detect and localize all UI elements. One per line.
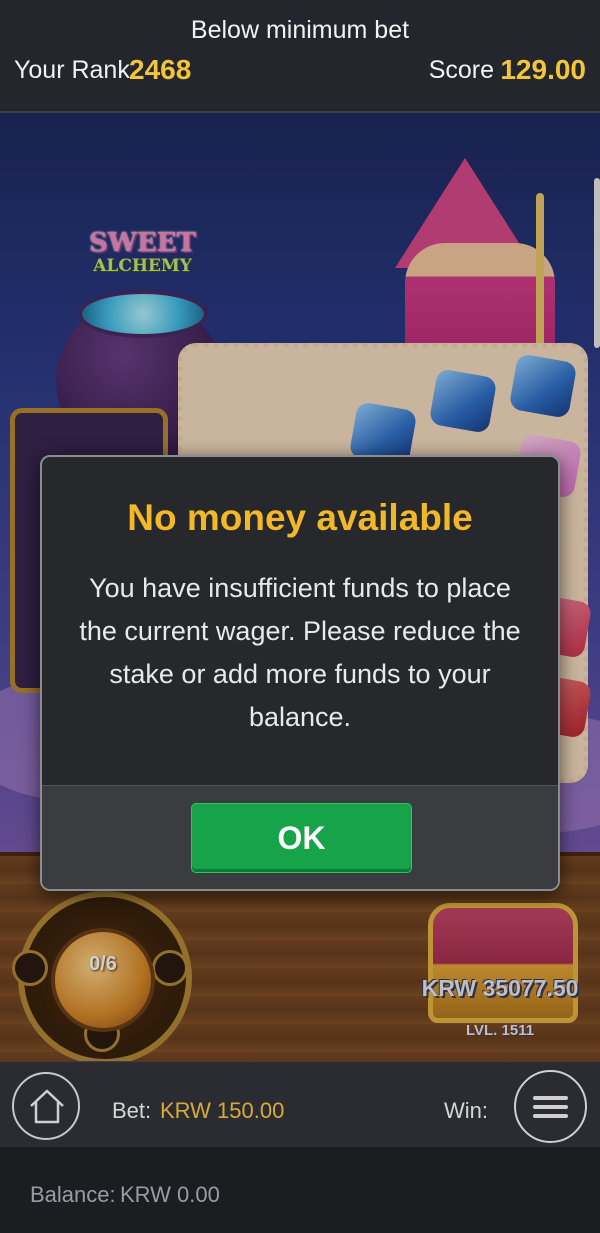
hamburger-menu-icon	[533, 1096, 568, 1100]
score-label: Score	[428, 56, 494, 84]
rank-label: Your Rank	[14, 56, 130, 84]
score-value: 129.00	[500, 54, 586, 85]
dialog-title: No money available	[127, 497, 473, 538]
hamburger-menu-icon	[533, 1114, 568, 1118]
dialog-footer: OK	[42, 785, 558, 889]
menu-button[interactable]	[514, 1070, 587, 1143]
hamburger-menu-icon	[533, 1105, 568, 1109]
bet-label: Bet:	[112, 1098, 152, 1123]
bet-warning-message: Below minimum bet	[190, 16, 410, 44]
home-icon	[30, 1089, 64, 1124]
status-header: Below minimum bet Your Rank 2468 Score 1…	[0, 0, 600, 113]
insufficient-funds-dialog: No money available You have insufficient…	[40, 455, 560, 891]
win-label: Win:	[444, 1098, 488, 1123]
balance-bar: Balance: KRW 0.00	[0, 1147, 600, 1233]
dialog-message: You have insufficient funds to place the…	[79, 573, 521, 732]
game-control-bar: Bet: KRW 150.00 Win:	[0, 1061, 600, 1148]
balance-value: KRW 0.00	[120, 1182, 220, 1207]
rank-value: 2468	[129, 54, 192, 85]
ok-button[interactable]: OK	[191, 803, 412, 873]
home-button[interactable]	[12, 1072, 80, 1140]
bet-value: KRW 150.00	[160, 1098, 285, 1123]
balance-label: Balance:	[30, 1182, 116, 1207]
